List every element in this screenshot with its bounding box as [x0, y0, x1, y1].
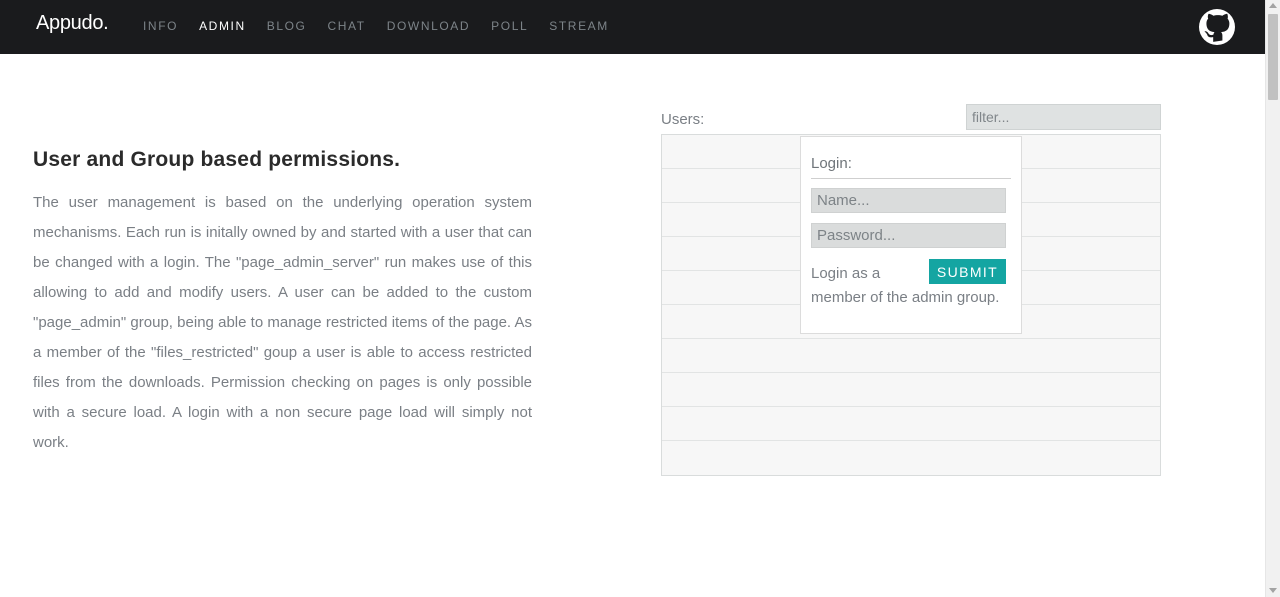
section-title: User and Group based permissions. [33, 148, 401, 171]
nav-item-poll[interactable]: POLL [491, 19, 528, 33]
user-row[interactable] [662, 441, 1160, 475]
brand-logo[interactable]: Appudo. [36, 12, 109, 35]
github-icon[interactable] [1199, 9, 1235, 45]
scroll-down-arrow-icon[interactable] [1269, 588, 1277, 593]
user-row[interactable] [662, 339, 1160, 373]
scrollbar-thumb[interactable] [1268, 14, 1278, 100]
login-name-input[interactable] [811, 188, 1006, 213]
submit-button[interactable]: SUBMIT [929, 259, 1006, 284]
user-row[interactable] [662, 373, 1160, 407]
user-filter-input[interactable] [966, 104, 1161, 130]
vertical-scrollbar[interactable] [1265, 0, 1280, 597]
login-password-input[interactable] [811, 223, 1006, 248]
nav-item-chat[interactable]: CHAT [328, 19, 366, 33]
login-title: Login: [811, 155, 852, 172]
scroll-up-arrow-icon[interactable] [1269, 3, 1277, 8]
nav-item-admin[interactable]: ADMIN [199, 19, 246, 33]
nav-item-info[interactable]: INFO [143, 19, 178, 33]
users-label: Users: [661, 111, 705, 128]
main-nav: INFO ADMIN BLOG CHAT DOWNLOAD POLL STREA… [143, 19, 630, 33]
nav-item-stream[interactable]: STREAM [549, 19, 609, 33]
top-navbar: Appudo. INFO ADMIN BLOG CHAT DOWNLOAD PO… [0, 0, 1265, 54]
nav-item-blog[interactable]: BLOG [267, 19, 307, 33]
section-description: The user management is based on the unde… [33, 194, 532, 451]
nav-item-download[interactable]: DOWNLOAD [387, 19, 470, 33]
login-popup: Login: Login as amember of the admin gro… [800, 136, 1022, 334]
login-divider [811, 178, 1011, 179]
user-row[interactable] [662, 407, 1160, 441]
